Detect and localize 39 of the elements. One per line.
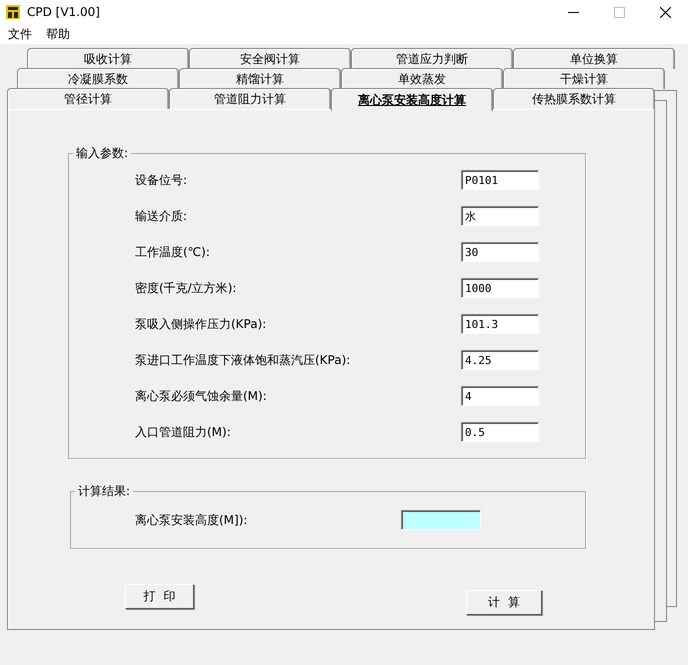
input-field[interactable]: 30 xyxy=(461,242,539,262)
tab[interactable]: 精馏计算 xyxy=(179,68,341,89)
group-title: 计算结果: xyxy=(77,483,132,500)
field-label: 密度(千克/立方米): xyxy=(135,280,238,296)
window-title: CPD [V1.00] xyxy=(27,5,101,19)
tab[interactable]: 单位换算 xyxy=(513,48,675,69)
menu-item[interactable]: 文件 xyxy=(8,26,32,42)
tab[interactable]: 管道阻力计算 xyxy=(169,88,331,109)
menu-item[interactable]: 帮助 xyxy=(46,26,70,42)
field-label: 设备位号: xyxy=(135,172,188,188)
field-label: 泵吸入侧操作压力(KPa): xyxy=(135,316,268,332)
tab[interactable]: 单效蒸发 xyxy=(341,68,503,89)
group-title: 输入参数: xyxy=(75,145,130,162)
tab[interactable]: 吸收计算 xyxy=(27,48,189,69)
close-icon[interactable] xyxy=(660,6,670,18)
tab[interactable]: 干燥计算 xyxy=(503,68,665,89)
field-label: 泵进口工作温度下液体饱和蒸汽压(KPa): xyxy=(135,352,352,368)
calculate-button[interactable]: 计 算 xyxy=(466,590,542,615)
tab[interactable]: 管道应力判断 xyxy=(351,48,513,69)
print-button[interactable]: 打 印 xyxy=(125,584,194,609)
input-field[interactable]: 4 xyxy=(461,386,539,406)
tab[interactable]: 管径计算 xyxy=(7,88,169,109)
tab[interactable]: 安全阀计算 xyxy=(189,48,351,69)
result-field[interactable] xyxy=(401,510,481,530)
input-field[interactable]: 1000 xyxy=(461,278,539,298)
tab[interactable]: 离心泵安装高度计算 xyxy=(331,88,493,111)
field-label: 入口管道阻力(M): xyxy=(135,424,232,440)
app-icon xyxy=(5,4,21,20)
tab[interactable]: 传热膜系数计算 xyxy=(493,88,655,109)
input-field[interactable]: 4.25 xyxy=(461,350,539,370)
input-field[interactable]: 水 xyxy=(461,206,539,226)
field-label: 工作温度(℃): xyxy=(135,244,211,260)
tab[interactable]: 冷凝膜系数 xyxy=(17,68,179,89)
field-label: 离心泵安装高度(M]): xyxy=(135,512,248,528)
field-label: 离心泵必须气蚀余量(M): xyxy=(135,388,268,404)
input-field[interactable]: 0.5 xyxy=(461,422,539,442)
input-field[interactable]: P0101 xyxy=(461,170,539,190)
input-field[interactable]: 101.3 xyxy=(461,314,539,334)
field-label: 输送介质: xyxy=(135,208,188,224)
